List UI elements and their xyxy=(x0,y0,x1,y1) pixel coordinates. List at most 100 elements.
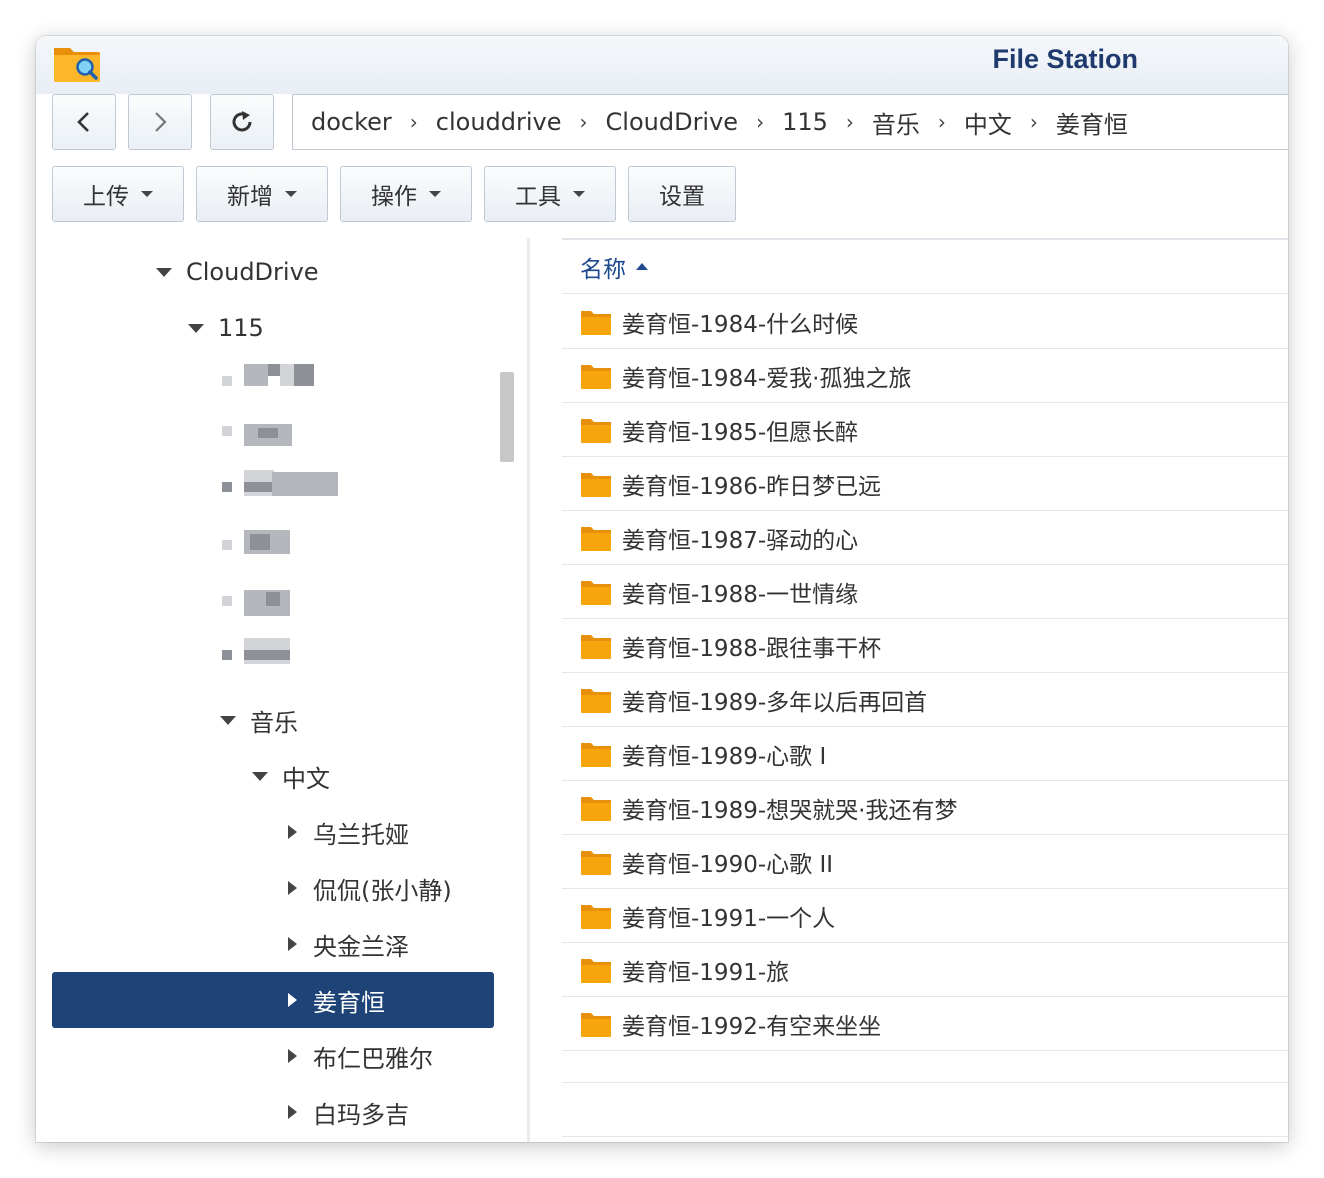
tools-label: 工具 xyxy=(515,184,561,210)
tree-item-selected[interactable]: 姜育恒 xyxy=(52,972,494,1028)
tree-item-label: 音乐 xyxy=(250,708,298,737)
refresh-icon xyxy=(232,111,252,132)
upload-label: 上传 xyxy=(83,184,129,210)
app-title: File Station xyxy=(992,44,1138,74)
list-divider xyxy=(562,1136,1288,1137)
file-list-row[interactable]: 姜育恒-1989-想哭就哭·我还有梦 xyxy=(562,781,1288,835)
breadcrumb-item[interactable]: 音乐 xyxy=(872,105,920,140)
expand-arrow-icon[interactable] xyxy=(288,1105,297,1119)
caret-down-icon xyxy=(285,191,297,197)
file-list-row[interactable]: 姜育恒-1989-多年以后再回首 xyxy=(562,673,1288,727)
folder-icon xyxy=(581,364,611,389)
file-list-row[interactable]: 姜育恒-1985-但愿长醉 xyxy=(562,403,1288,457)
tree-item-artist[interactable]: 侃侃(张小静) xyxy=(52,860,494,916)
breadcrumb-item[interactable]: CloudDrive xyxy=(606,108,739,136)
breadcrumb: docker › clouddrive › CloudDrive › 115 ›… xyxy=(292,94,1288,150)
tree-scrollbar[interactable] xyxy=(500,372,514,462)
refresh-button[interactable] xyxy=(210,94,274,150)
title-bar: File Station xyxy=(36,36,1288,94)
file-list: 名称 姜育恒-1984-什么时候姜育恒-1984-爱我·孤独之旅 姜育恒-1985… xyxy=(562,238,1288,1142)
expand-arrow-icon[interactable] xyxy=(288,937,297,951)
caret-down-icon xyxy=(429,191,441,197)
file-name: 姜育恒-1986-昨日梦已远 xyxy=(622,473,882,500)
chevron-right-icon: › xyxy=(409,110,418,134)
back-button[interactable] xyxy=(52,94,116,150)
tree-item-115[interactable]: 115 xyxy=(52,300,494,356)
tree-item-music[interactable]: 音乐 xyxy=(52,692,494,748)
tree-item-label: 中文 xyxy=(282,764,330,793)
breadcrumb-item[interactable]: clouddrive xyxy=(436,108,562,136)
file-name: 姜育恒-1991-一个人 xyxy=(622,905,836,932)
file-name: 姜育恒-1985-但愿长醉 xyxy=(622,419,859,446)
file-name: 姜育恒-1984-什么时候 xyxy=(622,311,859,338)
file-list-row[interactable]: 姜育恒-1984-什么时候 xyxy=(562,295,1288,349)
folder-icon xyxy=(581,850,611,875)
file-list-row[interactable]: 姜育恒-1986-昨日梦已远 xyxy=(562,457,1288,511)
file-name: 姜育恒-1987-驿动的心 xyxy=(622,527,859,554)
create-button[interactable]: 新增 xyxy=(196,166,328,222)
action-label: 操作 xyxy=(371,184,417,210)
tree-item-label: 侃侃(张小静) xyxy=(313,876,452,905)
file-list-row[interactable]: 姜育恒-1988-跟往事干杯 xyxy=(562,619,1288,673)
file-list-row[interactable]: 姜育恒-1990-心歌 II xyxy=(562,835,1288,889)
tree-item-artist[interactable]: 布仁巴雅尔 xyxy=(52,1028,494,1084)
file-list-row[interactable]: 姜育恒-1992-有空来坐坐 xyxy=(562,997,1288,1051)
column-header-name[interactable]: 名称 xyxy=(562,240,1288,294)
tree-item-chinese[interactable]: 中文 xyxy=(52,748,494,804)
sort-ascending-icon xyxy=(636,263,648,270)
column-header-label: 名称 xyxy=(580,256,626,283)
settings-button[interactable]: 设置 xyxy=(628,166,736,222)
tools-button[interactable]: 工具 xyxy=(484,166,616,222)
folder-icon xyxy=(581,742,611,767)
file-station-icon xyxy=(54,48,100,82)
tree-item-artist[interactable]: 白玛多吉 xyxy=(52,1084,494,1140)
expand-arrow-icon[interactable] xyxy=(252,771,268,781)
file-name: 姜育恒-1988-跟往事干杯 xyxy=(622,635,882,662)
file-name: 姜育恒-1984-爱我·孤独之旅 xyxy=(622,365,912,392)
tree-item-label: 布仁巴雅尔 xyxy=(313,1044,433,1073)
file-name: 姜育恒-1992-有空来坐坐 xyxy=(622,1013,882,1040)
file-name: 姜育恒-1988-一世情缘 xyxy=(622,581,859,608)
file-list-row[interactable]: 姜育恒-1991-旅 xyxy=(562,943,1288,997)
upload-button[interactable]: 上传 xyxy=(52,166,184,222)
tree-item-label: 央金兰泽 xyxy=(313,932,409,961)
expand-arrow-icon[interactable] xyxy=(156,267,172,277)
file-name: 姜育恒-1989-想哭就哭·我还有梦 xyxy=(622,797,958,824)
expand-arrow-icon[interactable] xyxy=(288,993,297,1007)
settings-label: 设置 xyxy=(659,184,705,210)
pane-splitter[interactable] xyxy=(527,238,530,1142)
list-divider xyxy=(562,1082,1288,1083)
chevron-right-icon: › xyxy=(845,110,854,134)
tree-item-artist[interactable]: 乌兰托娅 xyxy=(52,804,494,860)
expand-arrow-icon[interactable] xyxy=(188,323,204,333)
breadcrumb-item[interactable]: docker xyxy=(311,108,392,136)
tree-item-label: 乌兰托娅 xyxy=(313,820,409,849)
tree-item-label: 姜育恒 xyxy=(313,988,385,1017)
expand-arrow-icon[interactable] xyxy=(288,1049,297,1063)
tree-item-artist[interactable]: 央金兰泽 xyxy=(52,916,494,972)
file-list-row[interactable]: 姜育恒-1988-一世情缘 xyxy=(562,565,1288,619)
file-list-row[interactable]: 姜育恒-1987-驿动的心 xyxy=(562,511,1288,565)
expand-arrow-icon[interactable] xyxy=(288,825,297,839)
file-list-row[interactable]: 姜育恒-1989-心歌 I xyxy=(562,727,1288,781)
folder-icon xyxy=(581,472,611,497)
folder-icon xyxy=(581,688,611,713)
breadcrumb-item[interactable]: 姜育恒 xyxy=(1056,105,1128,140)
expand-arrow-icon[interactable] xyxy=(288,881,297,895)
action-button[interactable]: 操作 xyxy=(340,166,472,222)
folder-icon xyxy=(581,634,611,659)
expand-arrow-icon[interactable] xyxy=(220,715,236,725)
forward-button[interactable] xyxy=(128,94,192,150)
folder-icon xyxy=(581,310,611,335)
tree-item-clouddrive[interactable]: CloudDrive xyxy=(52,244,494,300)
breadcrumb-item[interactable]: 中文 xyxy=(964,105,1012,140)
file-list-row[interactable]: 姜育恒-1991-一个人 xyxy=(562,889,1288,943)
chevron-right-icon: › xyxy=(937,110,946,134)
chevron-left-icon xyxy=(77,112,89,132)
chevron-right-icon: › xyxy=(579,110,588,134)
file-list-row[interactable]: 姜育恒-1984-爱我·孤独之旅 xyxy=(562,349,1288,403)
breadcrumb-item[interactable]: 115 xyxy=(782,108,828,136)
file-name: 姜育恒-1990-心歌 II xyxy=(622,851,834,878)
chevron-right-icon: › xyxy=(1029,110,1038,134)
caret-down-icon xyxy=(573,191,585,197)
